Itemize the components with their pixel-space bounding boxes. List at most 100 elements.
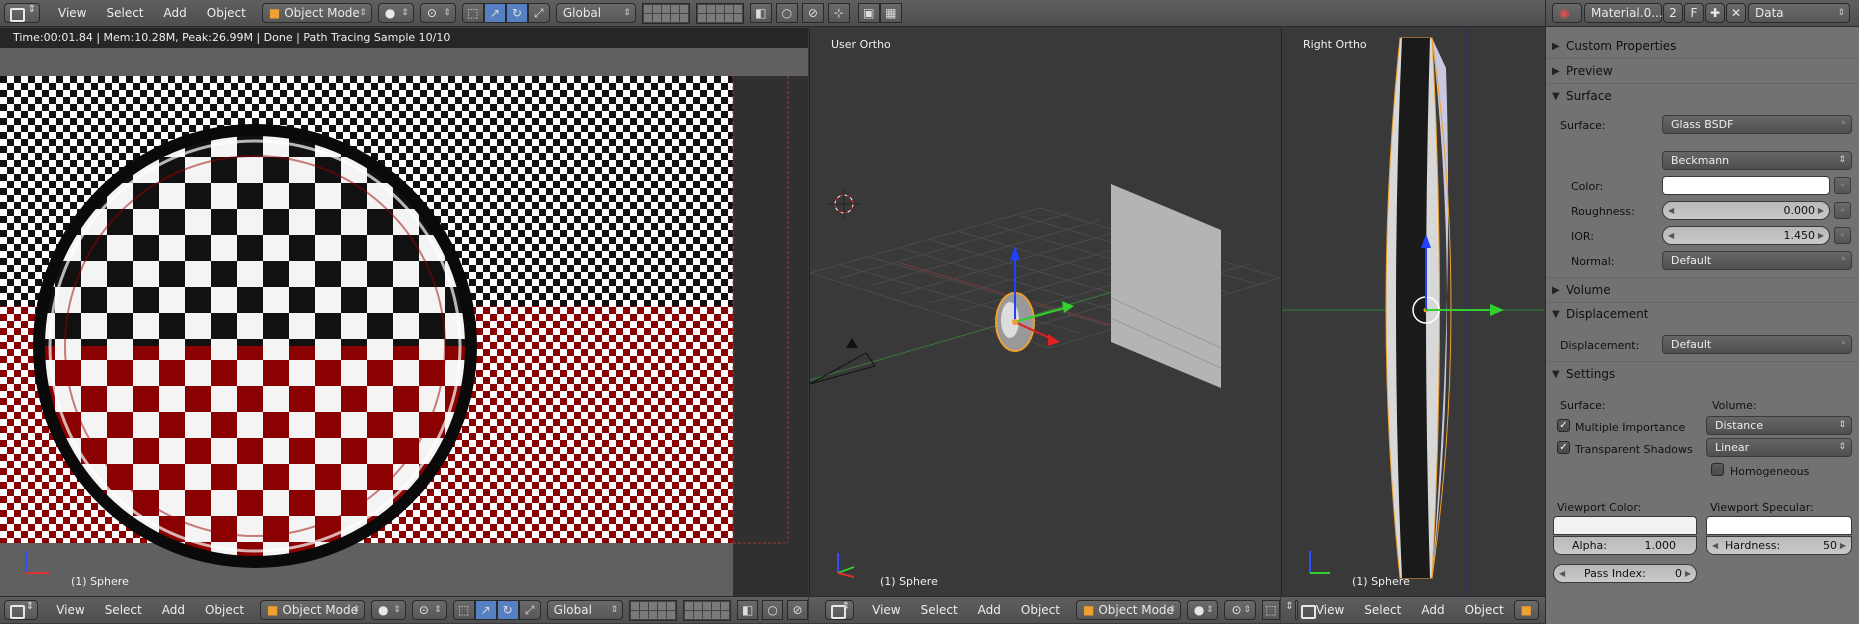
menu-object[interactable]: Object [1455, 603, 1514, 617]
scale-icon[interactable]: ⤢ [518, 600, 541, 620]
render-viewport[interactable]: Time:00:01.84 | Mem:10.28M, Peak:26.99M … [0, 28, 808, 596]
panel-surface[interactable]: ▼ Surface [1552, 84, 1853, 108]
lock-layers-icon[interactable]: ◧ [737, 600, 759, 620]
expanded-arrow-icon: ▼ [1552, 90, 1560, 102]
color-swatch[interactable] [1662, 176, 1830, 195]
pass-index-field[interactable]: ◀ Pass Index: 0 ▶ [1553, 564, 1697, 583]
panel-custom-properties[interactable]: ▶ Custom Properties [1552, 34, 1853, 58]
distribution-dropdown[interactable]: Beckmann ⇕ [1662, 151, 1852, 170]
render-image-icon[interactable]: ▣ [857, 3, 880, 23]
snap-toggle-icon[interactable]: ⊘ [801, 3, 824, 23]
transparent-shadows-checkbox[interactable]: ✓ [1557, 441, 1570, 454]
close-icon: ✕ [1730, 6, 1742, 20]
rotate-icon[interactable]: ↻ [496, 600, 519, 620]
roughness-link-button[interactable]: ◦ [1834, 202, 1851, 219]
roughness-field[interactable]: ◀ 0.000 ▶ [1662, 201, 1830, 220]
displacement-label: Displacement: [1560, 339, 1640, 352]
proportional-edit-icon[interactable]: ○ [762, 600, 784, 620]
sphere-shading-icon: ● [377, 603, 389, 617]
ior-link-button[interactable]: ◦ [1834, 227, 1851, 244]
surface-shader-dropdown[interactable]: Glass BSDF ◦ [1662, 115, 1852, 134]
menu-select[interactable]: Select [96, 6, 153, 20]
mode-dropdown[interactable]: ■ Object Mode ⇕ [260, 600, 365, 620]
orientation-dropdown[interactable]: Global ⇕ [546, 600, 624, 620]
new-material-button[interactable]: ✚ [1705, 3, 1725, 23]
pivot-dropdown[interactable]: ⊙ ⇕ [1224, 600, 1257, 620]
user-ortho-viewport[interactable]: User Ortho (1) Sphere [809, 28, 1280, 596]
render-status-text: Time:00:01.84 | Mem:10.28M, Peak:26.99M … [13, 31, 451, 44]
editor-type-button[interactable] [4, 3, 40, 23]
mode-dropdown[interactable]: ■ Object Mode ⇕ [261, 3, 372, 23]
pivot-dropdown[interactable]: ⊙ ⇕ [411, 600, 447, 620]
editor-type-button[interactable] [4, 600, 39, 620]
material-users-count[interactable]: 2 [1663, 3, 1683, 23]
menu-add[interactable]: Add [1411, 603, 1454, 617]
pivot-dropdown[interactable]: ⊙ ⇕ [419, 3, 456, 23]
layers-widget-b[interactable] [683, 599, 732, 621]
snap-toggle-icon[interactable]: ⊘ [787, 600, 808, 620]
viewport-color-swatch[interactable] [1553, 516, 1697, 535]
menu-add[interactable]: Add [154, 6, 197, 20]
volume-interpolation-dropdown[interactable]: Linear ⇕ [1706, 438, 1852, 457]
context-dropdown[interactable]: Data ⇕ [1748, 3, 1850, 23]
volume-sampling-dropdown[interactable]: Distance ⇕ [1706, 416, 1852, 435]
multiple-importance-checkbox[interactable]: ✓ [1557, 419, 1570, 432]
manipulator-toggle-icon[interactable]: ⬚ [452, 600, 475, 620]
homogeneous-checkbox[interactable] [1711, 463, 1724, 476]
displacement-dropdown[interactable]: Default ◦ [1662, 335, 1852, 354]
sphere-shading-icon: ● [1193, 603, 1205, 617]
manipulator-group: ⬚ ↗ ↻ ⤢ [452, 600, 541, 620]
material-browse-button[interactable]: ◉ [1552, 3, 1582, 23]
mode-dropdown-clipped[interactable]: ■ [1513, 600, 1539, 620]
menu-add[interactable]: Add [968, 603, 1011, 617]
proportional-edit-icon[interactable]: ○ [775, 3, 798, 23]
mode-dropdown[interactable]: ■ Object Mode ⇕ [1075, 600, 1181, 620]
shading-dropdown[interactable]: ● ⇕ [377, 3, 414, 23]
menu-object[interactable]: Object [195, 603, 254, 617]
menu-select[interactable]: Select [95, 603, 152, 617]
material-name-field[interactable]: Material.0... [1584, 3, 1663, 23]
layers-widget-b[interactable] [695, 2, 744, 24]
layers-widget-a[interactable] [629, 599, 678, 621]
collapsed-arrow-icon: ▶ [1552, 65, 1560, 77]
unlink-material-button[interactable]: ✕ [1726, 3, 1746, 23]
menu-object[interactable]: Object [197, 6, 256, 20]
orientation-dropdown[interactable]: Global ⇕ [555, 3, 636, 23]
lock-layers-icon[interactable]: ◧ [749, 3, 772, 23]
menu-view[interactable]: View [48, 6, 96, 20]
fake-user-button[interactable]: F [1684, 3, 1704, 23]
manipulator-toggle-icon[interactable]: ⬚ [461, 3, 484, 23]
menu-add[interactable]: Add [152, 603, 195, 617]
right-ortho-viewport[interactable]: Right Ortho (1) Sphere [1281, 28, 1545, 596]
panel-settings[interactable]: ▼ Settings [1552, 362, 1853, 386]
alpha-field[interactable]: Alpha: 1.000 [1553, 536, 1697, 555]
shading-dropdown[interactable]: ● ⇕ [370, 600, 406, 620]
normal-dropdown[interactable]: Default ◦ [1662, 251, 1852, 270]
menu-view[interactable]: View [46, 603, 94, 617]
translate-icon[interactable]: ↗ [474, 600, 497, 620]
homogeneous-label: Homogeneous [1730, 465, 1810, 478]
expanded-arrow-icon: ▼ [1552, 308, 1560, 320]
menu-object[interactable]: Object [1011, 603, 1070, 617]
editor-type-button[interactable] [825, 600, 855, 620]
snap-element-icon[interactable]: ⊹ [827, 3, 850, 23]
shading-dropdown[interactable]: ● ⇕ [1186, 600, 1219, 620]
manipulator-toggle-icon[interactable]: ⬚ [1262, 600, 1280, 620]
panel-volume[interactable]: ▶ Volume [1552, 278, 1853, 302]
properties-header: ◉ Material.0... 2 F ✚ ✕ Data ⇕ [1546, 0, 1859, 27]
menu-view[interactable]: View [862, 603, 910, 617]
viewport-specular-swatch[interactable] [1706, 516, 1852, 535]
color-link-button[interactable]: ◦ [1834, 177, 1851, 194]
render-animation-icon[interactable]: ▦ [879, 3, 902, 23]
scale-icon[interactable]: ⤢ [527, 3, 550, 23]
layers-widget-a[interactable] [641, 2, 690, 24]
editor-type-button[interactable] [1286, 600, 1315, 620]
panel-preview[interactable]: ▶ Preview [1552, 59, 1853, 83]
menu-select[interactable]: Select [911, 603, 968, 617]
menu-select[interactable]: Select [1354, 603, 1411, 617]
panel-displacement[interactable]: ▼ Displacement [1552, 302, 1853, 326]
translate-icon[interactable]: ↗ [483, 3, 506, 23]
rotate-icon[interactable]: ↻ [505, 3, 528, 23]
hardness-field[interactable]: ◀ Hardness: 50 ▶ [1706, 536, 1852, 555]
ior-field[interactable]: ◀ 1.450 ▶ [1662, 226, 1830, 245]
